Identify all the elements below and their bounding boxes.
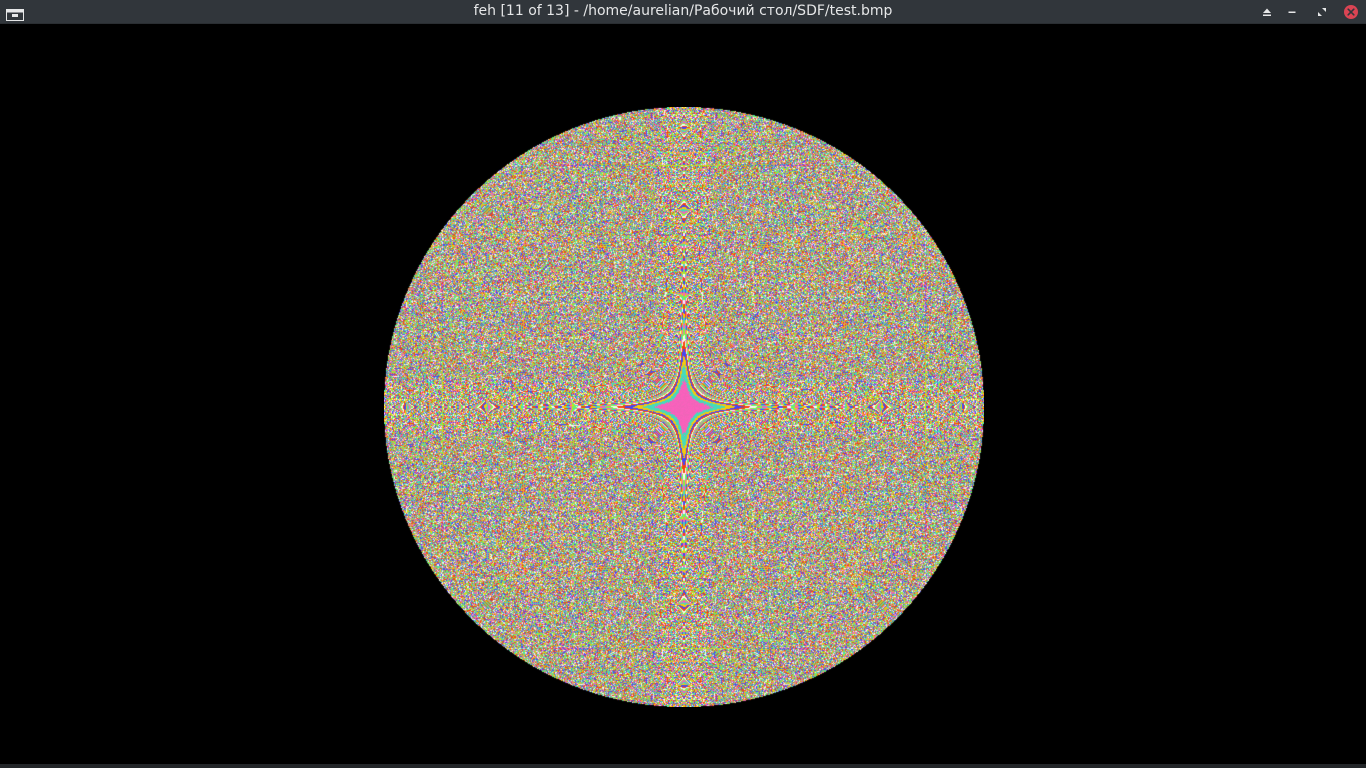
- keep-above-button[interactable]: [1258, 3, 1276, 21]
- displayed-image: [384, 107, 984, 707]
- close-button[interactable]: [1342, 3, 1360, 21]
- window-title: feh [11 of 13] - /home/aurelian/Рабочий …: [473, 3, 893, 19]
- minimize-icon: [1288, 11, 1296, 13]
- minimize-button[interactable]: [1283, 3, 1301, 21]
- restore-icon: [1318, 8, 1326, 16]
- restore-button[interactable]: [1313, 3, 1331, 21]
- triangle-up-icon: [1263, 8, 1271, 16]
- image-viewport[interactable]: [0, 24, 1366, 764]
- close-icon: [1344, 5, 1358, 19]
- window-titlebar[interactable]: feh [11 of 13] - /home/aurelian/Рабочий …: [0, 0, 1366, 24]
- app-menu-icon[interactable]: [6, 9, 24, 21]
- bottom-border: [0, 764, 1366, 768]
